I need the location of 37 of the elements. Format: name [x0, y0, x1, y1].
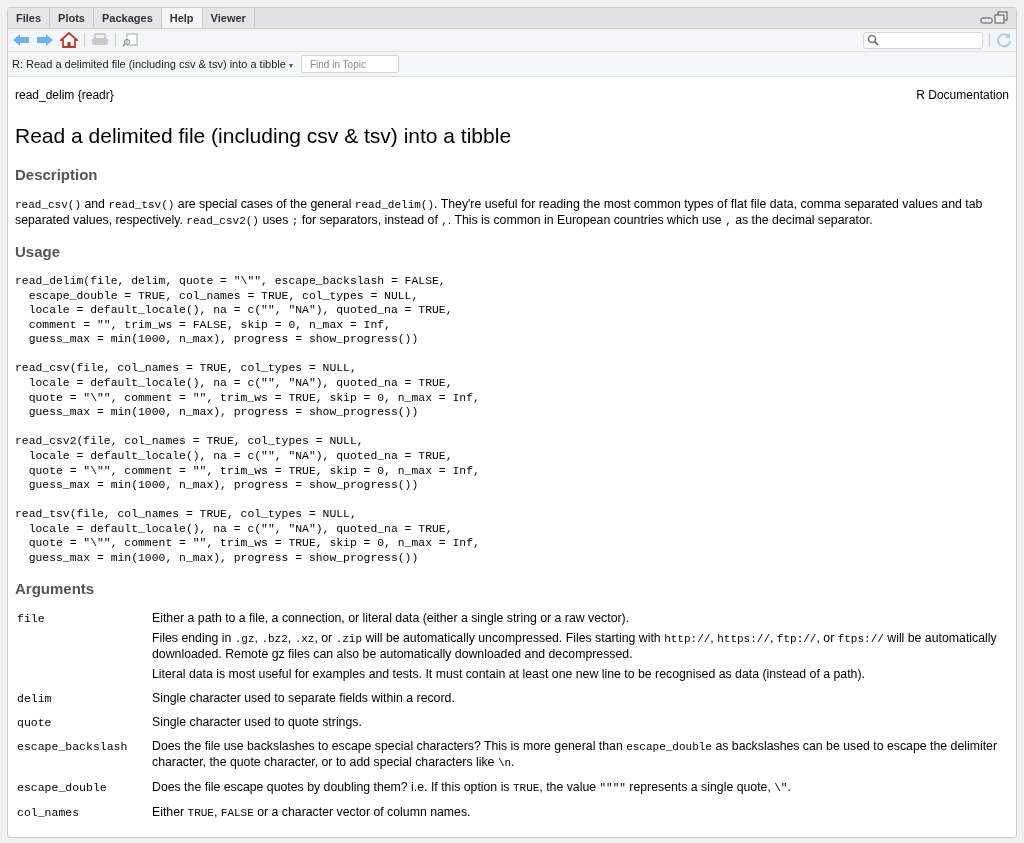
argument-description: Either TRUE, FALSE or a character vector of column names.	[152, 805, 472, 822]
section-heading: Usage	[15, 243, 62, 260]
pane-tab[interactable]: Help	[161, 8, 203, 28]
usage-code: read_csv2(file, col_names = TRUE, col_types = NULL, locale = default_locale(), na = c("", "NA"), quoted_na = TRUE, quote = "\"", comment = "", trim_ws = TRUE, skip = 0, n_max = Inf, guess_max = min(1000, n_max), progress = show_progress())	[15, 434, 481, 493]
argument-name: escape_backslash	[16, 739, 128, 755]
forward-arrow-icon[interactable]	[36, 33, 54, 47]
argument-description: Files ending in .gz, .bz2, .xz, or .zip will be automatically uncompressed. Files starting with http://, https://, ftp://, or ftps:// will be automatically downloaded. Remote gz files can also be automatically downloaded and decompressed.	[152, 631, 998, 663]
argument-name: col_names	[16, 805, 80, 821]
back-arrow-icon[interactable]	[12, 33, 30, 47]
doc-header: read_delim {readr}	[15, 88, 114, 102]
topic-dropdown[interactable]: R: Read a delimited file (including csv & tsv) into a tibble ▾	[12, 58, 293, 70]
printer-icon[interactable]	[91, 33, 109, 47]
home-icon[interactable]	[60, 32, 78, 48]
usage-code: read_delim(file, delim, quote = "\"", escape_backslash = FALSE, escape_double = TRUE, col_names = TRUE, col_types = NULL, locale = default_locale(), na = c("", "NA"), quoted_na = TRUE, comment = "", trim_ws = FALSE, skip = 0, n_max = Inf, guess_max = min(1000, n_max), progress = show_progress())	[15, 274, 454, 347]
description-text: read_csv() and read_tsv() are special cases of the general read_delim(). They're useful for reading the most common types of flat file data, comma separated values and tab separated values, respectively. read_csv2() uses ; for separators, instead of ,. This is common in European countries which use , as the decimal separator.	[15, 197, 984, 229]
section-heading: Arguments	[15, 580, 96, 598]
search-field[interactable]	[863, 31, 983, 49]
usage-code: read_tsv(file, col_names = TRUE, col_types = NULL, locale = default_locale(), na = c("", "NA"), quoted_na = TRUE, quote = "\"", comment = "", trim_ws = TRUE, skip = 0, n_max = Inf, guess_max = min(1000, n_max), progress = show_progress())	[15, 507, 481, 566]
find-in-topic-field[interactable]: Find in Topic	[300, 55, 399, 73]
argument-name: escape_double	[16, 780, 107, 796]
refresh-icon[interactable]	[996, 32, 1012, 48]
doc-title: Read a delimited file (including csv & tsv) into a tibble	[15, 124, 513, 148]
usage-code: read_csv(file, col_names = TRUE, col_types = NULL, locale = default_locale(), na = c("", "NA"), quoted_na = TRUE, quote = "\"", comment = "", trim_ws = TRUE, skip = 0, n_max = Inf, guess_max = min(1000, n_max), progress = show_progress())	[15, 361, 481, 420]
argument-description: Does the file use backslashes to escape special characters? This is more general than escape_double as backslashes can be used to escape the delimiter character, the quote character, or to add special characters like \n.	[152, 739, 998, 772]
doc-header: R Documentation	[916, 88, 1009, 102]
argument-description: Either a path to a file, a connection, or literal data (either a single string or a raw vector).	[152, 611, 631, 627]
argument-name: file	[16, 611, 45, 627]
argument-description: Single character used to quote strings.	[152, 715, 363, 731]
argument-description: Single character used to separate fields within a record.	[152, 691, 456, 707]
search-icon	[867, 34, 879, 46]
argument-name: delim	[16, 691, 52, 707]
section-heading: Description	[15, 166, 99, 183]
argument-name: quote	[16, 715, 52, 731]
argument-description: Does the file escape quotes by doubling them? i.e. If this option is TRUE, the value """" represents a single quote, \".	[152, 780, 792, 797]
argument-description: Literal data is most useful for examples and tests. It must contain at least one new line to be recognised as data (instead of a path).	[152, 667, 866, 683]
popout-window-icon[interactable]	[122, 33, 138, 47]
minimize-maximize-icon[interactable]	[980, 11, 1010, 25]
